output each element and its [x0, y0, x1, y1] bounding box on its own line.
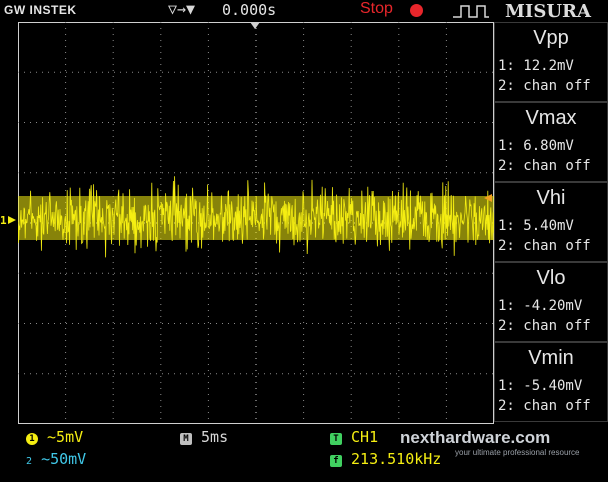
measurement-ch2-value: 2: chan off — [498, 238, 591, 254]
waveform-display — [18, 22, 494, 424]
measurement-panel: Vpp 1: 12.2mV 2: chan off Vmax 1: 6.80mV… — [494, 22, 608, 424]
timebase-value: 5ms — [201, 428, 229, 446]
ch2-scale-value: ~50mV — [41, 450, 87, 468]
measurement-ch2-value: 2: chan off — [498, 78, 591, 94]
measure-menu-tab[interactable]: MISURA — [505, 1, 591, 22]
trigger-source-value: CH1 — [351, 428, 379, 446]
measurement-ch2-value: 2: chan off — [498, 398, 591, 414]
measurement-ch1-value: 1: 12.2mV — [498, 58, 574, 74]
measurement-title: Vmax — [525, 107, 577, 129]
frequency-value: 213.510kHz — [351, 450, 442, 468]
horizontal-offset-readout: 0.000s — [222, 1, 277, 19]
ch1-badge-icon: 1 — [26, 433, 38, 445]
trigger-level-marker — [484, 194, 492, 202]
ch2-scale-readout[interactable]: 2 ~50mV — [26, 450, 86, 468]
trigger-source-readout[interactable]: T CH1 — [330, 428, 378, 446]
run-stop-status[interactable]: Stop — [360, 0, 393, 18]
measurement-ch1-value: 1: -5.40mV — [498, 378, 583, 394]
measurement-title: Vlo — [536, 267, 566, 289]
stop-indicator-icon — [410, 4, 423, 17]
timebase-readout[interactable]: M 5ms — [180, 428, 228, 446]
trigger-position-indicator: ▽→▼ — [168, 0, 196, 18]
ch1-ground-arrow-icon — [8, 216, 16, 224]
measurement-vmin[interactable]: Vmin 1: -5.40mV 2: chan off — [494, 342, 608, 422]
timebase-badge-icon: M — [180, 433, 192, 445]
trigger-edge-icon — [453, 5, 489, 18]
watermark-text: nexthardware.com — [400, 428, 551, 447]
measurement-title: Vhi — [536, 187, 566, 209]
ch1-scale-readout[interactable]: 1 ~5mV — [26, 428, 83, 446]
ch1-ground-marker: 1 — [0, 214, 7, 227]
measurement-ch2-value: 2: chan off — [498, 158, 591, 174]
measurement-ch1-value: 1: -4.20mV — [498, 298, 583, 314]
brand-logo: GW INSTEK — [4, 3, 77, 17]
watermark-tagline: your ultimate professional resource — [455, 448, 580, 457]
measurement-ch2-value: 2: chan off — [498, 318, 591, 334]
ch1-waveform-trace — [18, 176, 494, 258]
measurement-title: Vmin — [528, 347, 574, 369]
frequency-badge-icon: f — [330, 455, 342, 467]
frequency-readout[interactable]: f 213.510kHz — [330, 450, 441, 468]
ch2-badge-icon: 2 — [26, 456, 33, 467]
measurement-ch1-value: 1: 6.80mV — [498, 138, 574, 154]
measurement-vhi[interactable]: Vhi 1: 5.40mV 2: chan off — [494, 182, 608, 262]
measurement-vmax[interactable]: Vmax 1: 6.80mV 2: chan off — [494, 102, 608, 182]
measurement-ch1-value: 1: 5.40mV — [498, 218, 574, 234]
trigger-position-marker — [250, 22, 260, 29]
trigger-badge-icon: T — [330, 433, 342, 445]
measurement-vpp[interactable]: Vpp 1: 12.2mV 2: chan off — [494, 22, 608, 102]
ch1-scale-value: ~5mV — [47, 428, 84, 446]
measurement-vlo[interactable]: Vlo 1: -4.20mV 2: chan off — [494, 262, 608, 342]
measurement-title: Vpp — [533, 27, 569, 49]
